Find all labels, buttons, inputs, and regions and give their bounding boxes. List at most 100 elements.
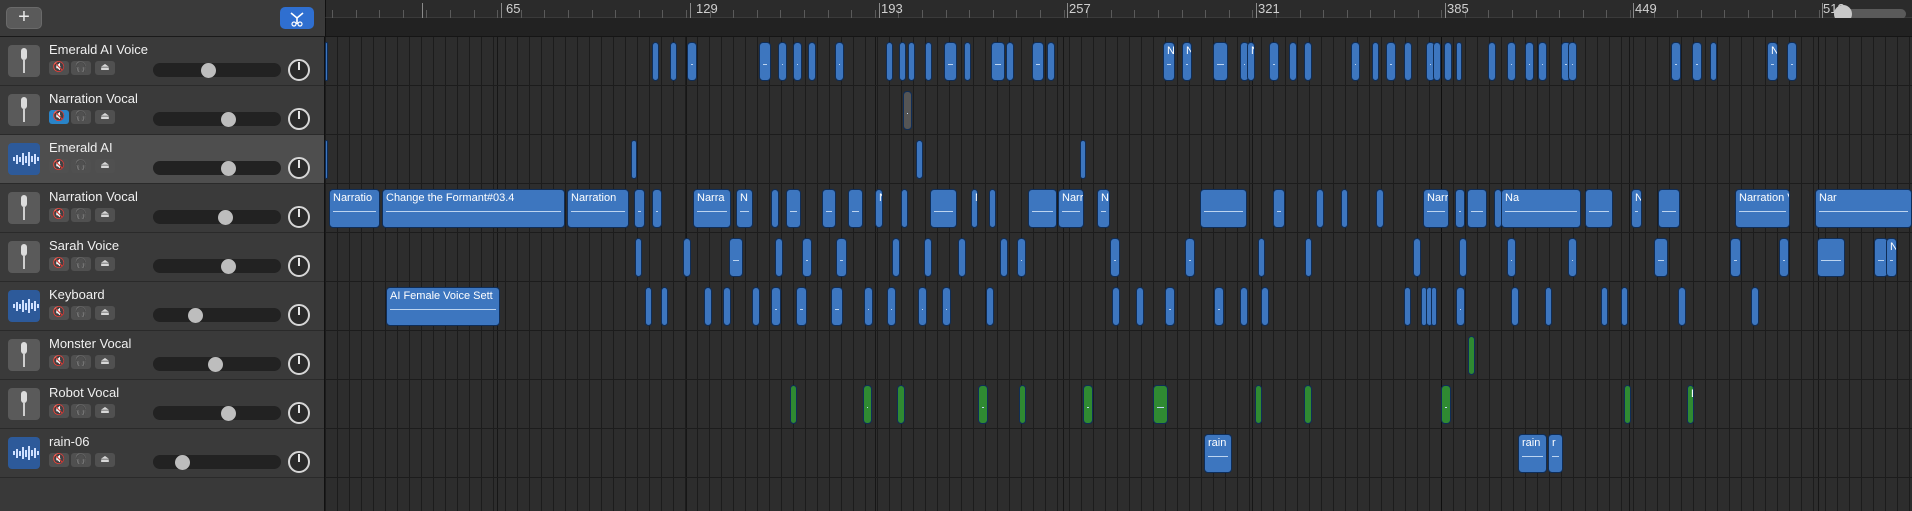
audio-region[interactable]: [903, 91, 912, 130]
track-header[interactable]: Keyboard 🔇 🎧 ⏏: [0, 282, 324, 331]
audio-region[interactable]: [1006, 42, 1014, 81]
audio-region[interactable]: Nar: [1097, 189, 1110, 228]
audio-region[interactable]: [723, 287, 731, 326]
audio-region[interactable]: [978, 385, 988, 424]
audio-region[interactable]: [892, 238, 900, 277]
volume-slider[interactable]: [153, 259, 281, 273]
track-name[interactable]: Narration Vocal: [49, 91, 138, 106]
audio-region[interactable]: [786, 189, 801, 228]
pan-knob[interactable]: [288, 108, 310, 130]
audio-region[interactable]: [1028, 189, 1057, 228]
audio-region[interactable]: [986, 287, 994, 326]
pan-knob[interactable]: [288, 304, 310, 326]
audio-region[interactable]: [778, 42, 787, 81]
audio-region[interactable]: N: [875, 189, 883, 228]
pan-knob[interactable]: [288, 451, 310, 473]
tracks-area[interactable]: NNNaNaNarratioChange the Formant#03.4Nar…: [325, 37, 1912, 511]
audio-region[interactable]: [704, 287, 712, 326]
track-header[interactable]: Robot Vocal 🔇 🎧 ⏏: [0, 380, 324, 429]
audio-region[interactable]: r: [1548, 434, 1563, 473]
audio-region[interactable]: [661, 287, 668, 326]
solo-button[interactable]: 🎧: [71, 61, 91, 75]
record-enable-button[interactable]: ⏏: [95, 355, 115, 369]
audio-region[interactable]: [1433, 42, 1441, 81]
record-enable-button[interactable]: ⏏: [95, 208, 115, 222]
audio-region[interactable]: Narration Voc: [1735, 189, 1790, 228]
audio-region[interactable]: Narrati: [1423, 189, 1449, 228]
audio-region[interactable]: [1658, 189, 1680, 228]
audio-region[interactable]: [1083, 385, 1093, 424]
audio-region[interactable]: [325, 42, 328, 81]
audio-region[interactable]: Narration: [567, 189, 629, 228]
audio-region[interactable]: [1185, 238, 1195, 277]
audio-region[interactable]: [759, 42, 771, 81]
audio-region[interactable]: Narr: [1058, 189, 1084, 228]
audio-region[interactable]: [1779, 238, 1789, 277]
mute-button[interactable]: 🔇: [49, 208, 69, 222]
audio-region[interactable]: [752, 287, 760, 326]
audio-region[interactable]: [652, 42, 659, 81]
track-name[interactable]: Sarah Voice: [49, 238, 119, 253]
audio-region[interactable]: [1372, 42, 1379, 81]
audio-region[interactable]: [930, 189, 957, 228]
track-lane[interactable]: [325, 331, 1912, 380]
audio-region[interactable]: [1351, 42, 1360, 81]
audio-region[interactable]: [1488, 42, 1496, 81]
audio-region[interactable]: N: [1631, 189, 1642, 228]
audio-region[interactable]: [683, 238, 691, 277]
audio-region[interactable]: Narratio: [329, 189, 380, 228]
audio-region[interactable]: [916, 140, 923, 179]
audio-region[interactable]: [793, 42, 802, 81]
mute-button[interactable]: 🔇: [49, 453, 69, 467]
track-name[interactable]: Monster Vocal: [49, 336, 131, 351]
mute-button[interactable]: 🔇: [49, 404, 69, 418]
audio-region[interactable]: [1568, 238, 1577, 277]
audio-region[interactable]: [1305, 238, 1312, 277]
audio-region[interactable]: [1624, 385, 1631, 424]
track-lane[interactable]: [325, 429, 1912, 478]
audio-region[interactable]: [1441, 385, 1451, 424]
timeline-ruler[interactable]: 65 129 193 257 321 385 449 513: [325, 0, 1912, 18]
audio-region[interactable]: [1404, 42, 1412, 81]
audio-region[interactable]: Narra: [693, 189, 731, 228]
audio-region[interactable]: [1511, 287, 1519, 326]
record-enable-button[interactable]: ⏏: [95, 404, 115, 418]
solo-button[interactable]: 🎧: [71, 306, 91, 320]
audio-region[interactable]: [1710, 42, 1717, 81]
audio-region[interactable]: [1678, 287, 1686, 326]
audio-region[interactable]: [944, 42, 957, 81]
track-name[interactable]: rain-06: [49, 434, 89, 449]
audio-region[interactable]: E: [1687, 385, 1694, 424]
record-enable-button[interactable]: ⏏: [95, 306, 115, 320]
audio-region[interactable]: [1601, 287, 1608, 326]
audio-region[interactable]: [1213, 42, 1228, 81]
audio-region[interactable]: [1467, 189, 1487, 228]
audio-region[interactable]: N: [1163, 42, 1175, 81]
audio-region[interactable]: [796, 287, 807, 326]
audio-region[interactable]: [1525, 42, 1534, 81]
audio-region[interactable]: [1386, 42, 1396, 81]
record-enable-button[interactable]: ⏏: [95, 159, 115, 173]
audio-region[interactable]: Nar: [971, 189, 978, 228]
audio-region[interactable]: [1404, 287, 1411, 326]
audio-region[interactable]: N: [1886, 238, 1897, 277]
audio-region[interactable]: [908, 42, 915, 81]
solo-button[interactable]: 🎧: [71, 159, 91, 173]
audio-region[interactable]: [1507, 42, 1516, 81]
audio-region[interactable]: Na: [1247, 42, 1255, 81]
arrangement-band[interactable]: [325, 18, 1912, 37]
audio-region[interactable]: [964, 42, 971, 81]
audio-region[interactable]: [897, 385, 905, 424]
volume-slider-knob[interactable]: [220, 112, 236, 127]
volume-slider-knob[interactable]: [220, 259, 236, 274]
audio-region[interactable]: [634, 189, 645, 228]
audio-region[interactable]: [1289, 42, 1297, 81]
audio-region[interactable]: [1459, 238, 1467, 277]
audio-region[interactable]: [771, 189, 779, 228]
audio-region[interactable]: [1730, 238, 1741, 277]
audio-region[interactable]: [771, 287, 781, 326]
track-header[interactable]: Sarah Voice 🔇 🎧 ⏏: [0, 233, 324, 282]
audio-region[interactable]: [848, 189, 863, 228]
audio-region[interactable]: [1080, 140, 1086, 179]
audio-region[interactable]: [991, 42, 1005, 81]
